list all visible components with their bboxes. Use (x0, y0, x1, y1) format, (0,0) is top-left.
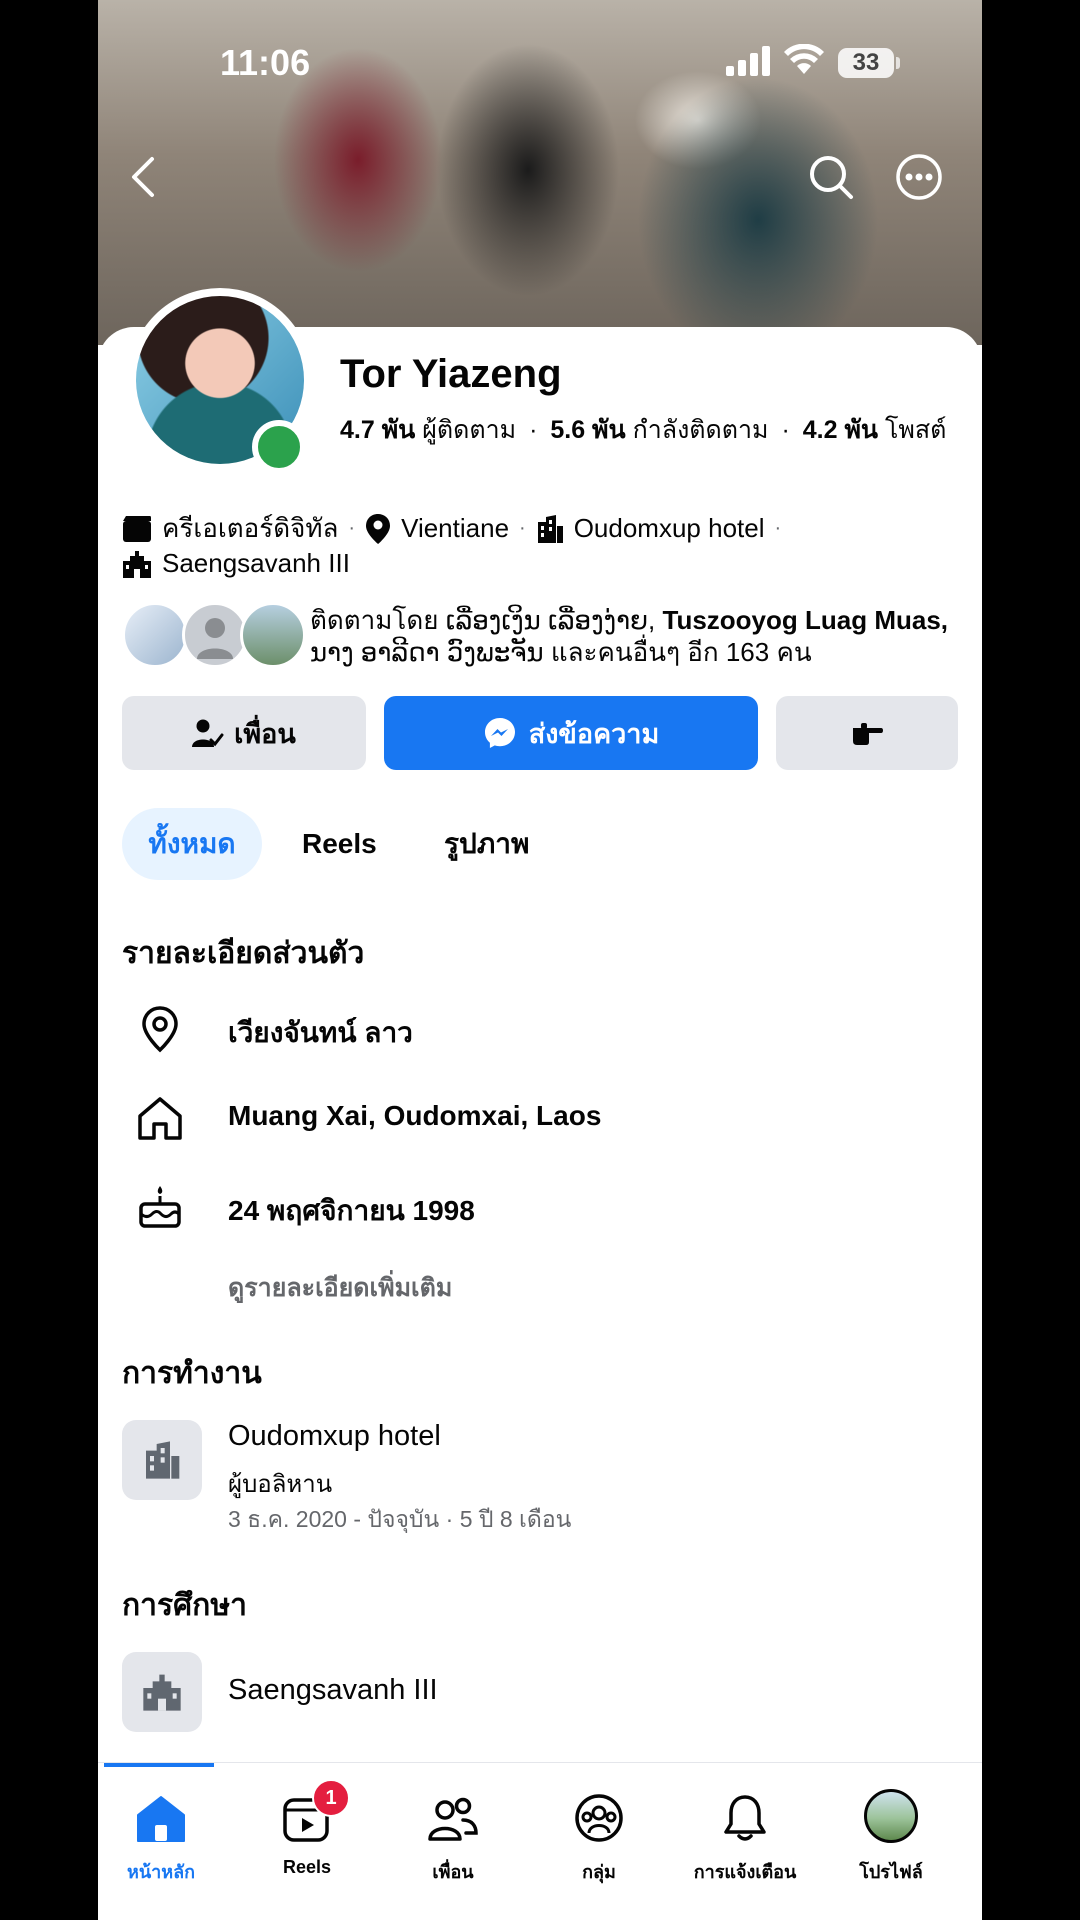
work-tile[interactable] (122, 1420, 202, 1500)
home-icon (137, 1796, 185, 1842)
followers-count: 4.7 พัน (340, 416, 416, 444)
meta-work-text: Oudomxup hotel (573, 513, 765, 543)
nav-groups-label: กลุ่ม (582, 1862, 616, 1882)
building-icon (537, 514, 563, 543)
meta-category: ครีเอเตอร์ดิจิทัล (122, 508, 338, 549)
reels-badge: 1 (312, 1779, 350, 1817)
back-button[interactable] (118, 152, 168, 202)
school-icon (123, 550, 151, 578)
more-icon (896, 154, 942, 200)
meta-category-text: ครีเอเตอร์ดิจิทัล (162, 513, 339, 543)
tab-all[interactable]: ทั้งหมด (122, 808, 262, 880)
mutual-avatar-2 (182, 602, 248, 668)
more-options-button[interactable] (894, 152, 944, 202)
education-school[interactable]: Saengsavanh III (228, 1674, 438, 1707)
meta-location[interactable]: Vientiane (365, 513, 509, 545)
mutual-avatar-1 (122, 602, 188, 668)
signal-icon (726, 46, 770, 76)
mutual-followers[interactable]: ติดตามโดย ເລື່ອງເງິນ ເລື່ອງງ່າຍ, Tuszooy… (122, 602, 962, 672)
detail-hometown[interactable]: Muang Xai, Oudomxai, Laos (98, 1088, 982, 1148)
wifi-icon (784, 44, 824, 74)
poke-hand-icon (853, 723, 883, 745)
details-title: รายละเอียดส่วนตัว (122, 937, 365, 970)
bell-icon (724, 1795, 766, 1841)
search-button[interactable] (806, 152, 856, 202)
status-time: 11:06 (220, 42, 311, 83)
friends-button[interactable]: เพื่อน (122, 696, 366, 770)
school-icon (143, 1674, 181, 1711)
profile-meta-line-1: ครีเอเตอร์ดิจิทัล · Vientiane · Oudomxup… (122, 508, 791, 549)
posts-label: โพสต์ (884, 416, 947, 444)
bottom-navigation: หน้าหลัก 1 Reels เพื่อน กลุ่ม การแจ้งเตื… (98, 1762, 982, 1920)
chevron-left-icon (132, 157, 154, 197)
nav-notifications-label: การแจ้งเตือน (693, 1862, 797, 1882)
nav-profile-avatar (864, 1789, 918, 1843)
groups-icon (575, 1794, 623, 1842)
battery-indicator: 33 (838, 48, 894, 78)
see-more-details-link[interactable]: ดูรายละเอียดเพิ่มเติม (228, 1268, 452, 1308)
nav-profile-label: โปรไฟล์ (859, 1862, 923, 1882)
active-tab-indicator (104, 1763, 214, 1767)
nav-notifications[interactable]: การแจ้งเตือน (672, 1783, 818, 1893)
nav-reels[interactable]: 1 Reels (234, 1779, 380, 1893)
followers-label: ผู้ติดตาม (422, 416, 517, 444)
nav-home[interactable]: หน้าหลัก (98, 1783, 234, 1893)
messenger-icon (484, 718, 515, 748)
nav-friends[interactable]: เพื่อน (380, 1783, 526, 1893)
mutual-avatar-3 (240, 602, 306, 668)
birthday-text: 24 พฤศจิกายน 1998 (228, 1195, 475, 1226)
posts-count: 4.2 พัน (802, 416, 879, 444)
followed-by-more: ນາງ ອາລີດາ ວົງພະຈັນ และคนอื่นๆ อีก 163 ค… (310, 637, 812, 667)
following-count: 5.6 พัน (550, 416, 626, 444)
status-bar: 11:06 33 (98, 0, 982, 120)
hometown-text: Muang Xai, Oudomxai, Laos (228, 1100, 602, 1131)
current-city-text: เวียงจันทน์ ลาว (228, 1017, 413, 1048)
meta-location-text: Vientiane (401, 513, 510, 543)
education-tile[interactable] (122, 1652, 202, 1732)
meta-work[interactable]: Oudomxup hotel (536, 513, 765, 544)
meta-school[interactable]: Saengsavanh III (122, 548, 350, 579)
online-status-dot (252, 420, 306, 474)
clapperboard-icon (123, 515, 151, 542)
followed-by-prefix: ติดตามโดย (310, 605, 446, 635)
profile-screen: 11:06 33 Tor Yiazeng 4.7 พัน ผู้ติดตาม ·… (98, 0, 982, 1920)
followed-by-text: ติดตามโดย ເລື່ອງເງິນ ເລື່ອງງ່າຍ, Tuszooy… (310, 604, 950, 668)
location-outline-icon (142, 1006, 178, 1053)
friends-icon (428, 1797, 478, 1841)
nav-reels-label: Reels (282, 1857, 332, 1877)
nav-groups[interactable]: กลุ่ม (526, 1783, 672, 1893)
friends-button-label: เพื่อน (234, 718, 296, 749)
profile-stats[interactable]: 4.7 พัน ผู้ติดตาม · 5.6 พัน กำลังติดตาม … (340, 410, 946, 450)
tab-reels[interactable]: Reels (302, 808, 377, 880)
work-position: ผู้บอลิหาน (228, 1471, 333, 1498)
profile-meta-line-2: Saengsavanh III (122, 548, 350, 579)
location-pin-icon (366, 513, 391, 544)
followed-by-names: ເລື່ອງເງິນ ເລື່ອງງ່າຍ, (445, 605, 663, 635)
education-title: การศึกษา (122, 1589, 247, 1622)
nav-profile[interactable]: โปรไฟล์ (818, 1783, 964, 1893)
work-period: 3 ธ.ค. 2020 - ปัจจุบัน · 5 ปี 8 เดือน (228, 1506, 572, 1532)
poke-button[interactable] (776, 696, 958, 770)
message-button-label: ส่งข้อความ (528, 718, 660, 749)
search-icon (810, 156, 853, 199)
message-button[interactable]: ส่งข้อความ (384, 696, 758, 770)
detail-birthday: 24 พฤศจิกายน 1998 (98, 1177, 982, 1237)
cake-icon (139, 1186, 181, 1228)
nav-friends-label: เพื่อน (432, 1862, 474, 1882)
nav-home-label: หน้าหลัก (126, 1862, 196, 1882)
friend-check-icon (192, 719, 224, 747)
followed-by-bold-name: Tuszooyog Luag Muas, (662, 605, 949, 635)
work-company[interactable]: Oudomxup hotel (228, 1420, 441, 1453)
work-title: การทำงาน (122, 1357, 262, 1390)
battery-tip (896, 57, 900, 69)
meta-school-text: Saengsavanh III (162, 548, 350, 578)
tab-photos[interactable]: รูปภาพ (444, 808, 529, 880)
profile-name: Tor Yiazeng (340, 352, 562, 396)
home-outline-icon (138, 1097, 182, 1140)
person-placeholder-icon (197, 618, 233, 659)
building-icon (146, 1441, 180, 1479)
following-label: กำลังติดตาม (632, 416, 769, 444)
detail-current-city[interactable]: เวียงจันทน์ ลาว (98, 999, 982, 1059)
